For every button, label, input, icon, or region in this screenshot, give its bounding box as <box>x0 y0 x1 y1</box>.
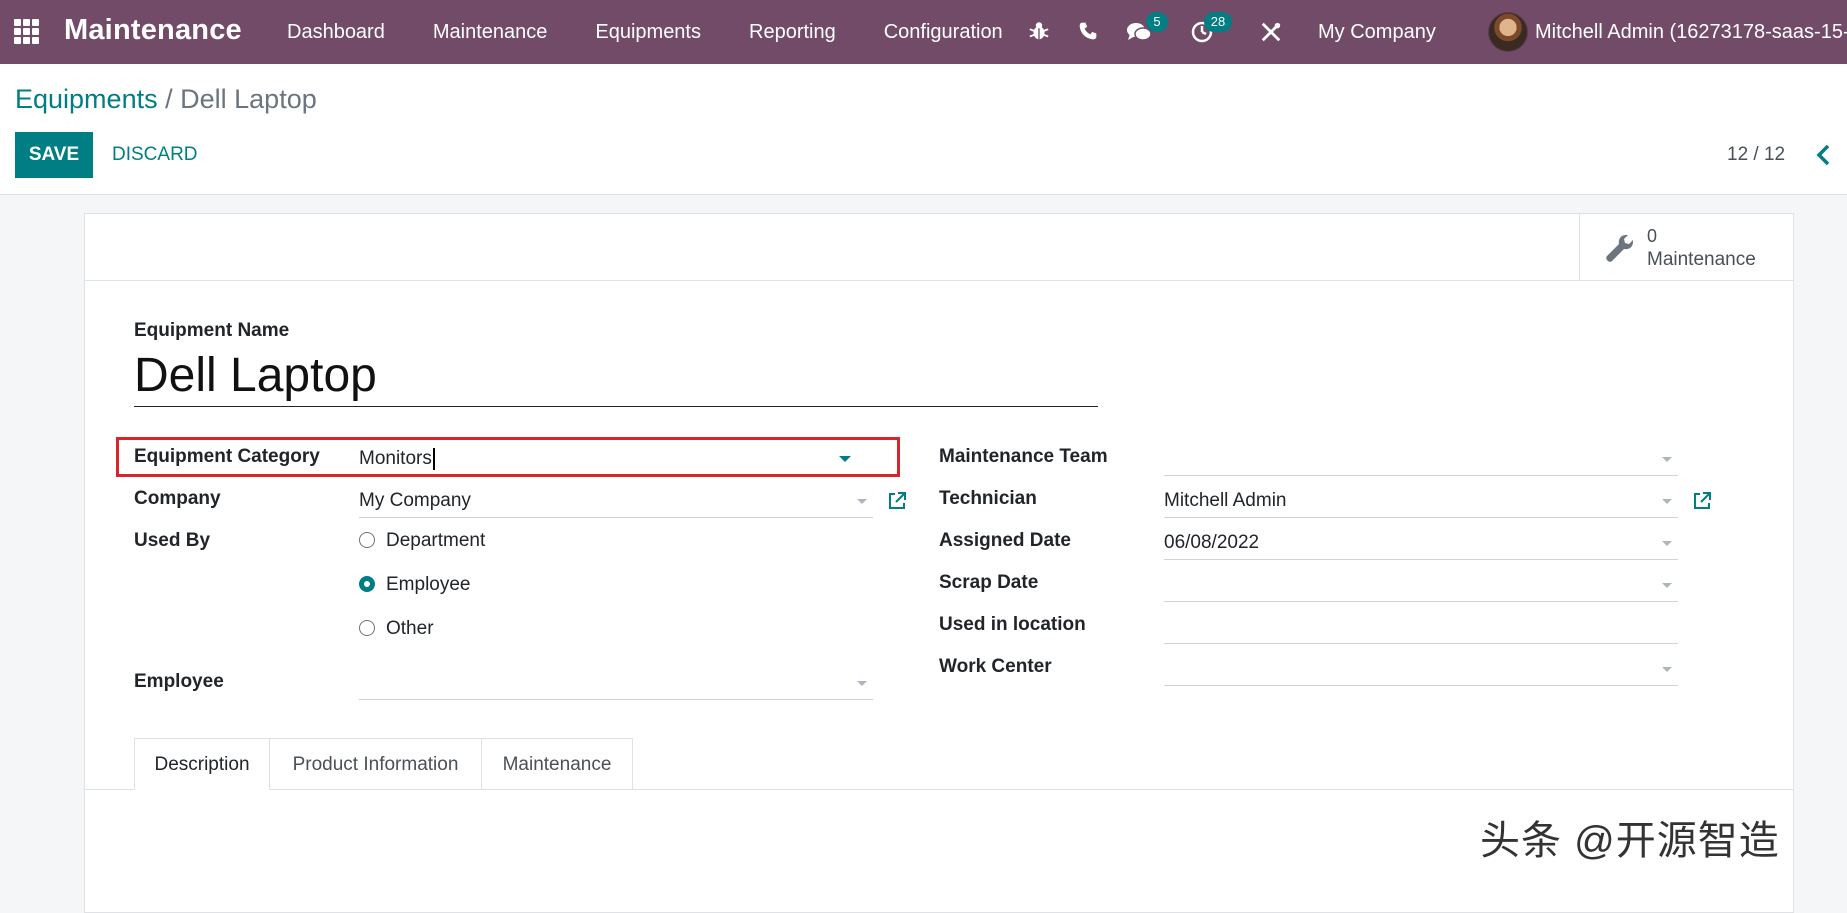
maintenance-team-label: Maintenance Team <box>939 446 1108 467</box>
assigned-date-label: Assigned Date <box>939 530 1071 551</box>
activities-badge: 28 <box>1204 12 1232 32</box>
top-navbar: Maintenance Dashboard Maintenance Equipm… <box>0 0 1847 64</box>
employee-option-label: Employee <box>386 574 471 595</box>
employee-field[interactable] <box>359 666 873 700</box>
breadcrumb: Equipments / Dell Laptop <box>15 84 317 115</box>
work-center-field[interactable] <box>1164 652 1678 686</box>
technician-label: Technician <box>939 488 1037 509</box>
breadcrumb-equipments[interactable]: Equipments <box>15 84 158 114</box>
employee-caret-icon[interactable] <box>857 681 867 686</box>
used-in-location-field[interactable] <box>1164 610 1678 644</box>
external-link-icon[interactable] <box>886 490 908 512</box>
company-caret-icon[interactable] <box>857 499 867 504</box>
button-box: 0 Maintenance <box>85 214 1793 281</box>
scrap-date-caret-icon[interactable] <box>1662 583 1672 588</box>
assigned-date-caret-icon[interactable] <box>1662 541 1672 546</box>
breadcrumb-separator: / <box>165 84 173 114</box>
maintenance-count: 0 <box>1647 226 1658 246</box>
technician-caret-icon[interactable] <box>1662 499 1672 504</box>
scrap-date-field[interactable] <box>1164 568 1678 602</box>
used-in-location-label: Used in location <box>939 614 1086 635</box>
phone-icon[interactable] <box>1078 21 1098 41</box>
technician-value: Mitchell Admin <box>1164 490 1287 511</box>
apps-grid-icon[interactable] <box>14 19 40 45</box>
maintenance-stat-button[interactable]: 0 Maintenance <box>1579 214 1793 280</box>
save-button[interactable]: SAVE <box>15 132 93 178</box>
radio-employee[interactable] <box>359 576 375 592</box>
maintenance-team-field[interactable] <box>1164 442 1678 476</box>
tools-icon[interactable] <box>1260 21 1282 43</box>
employee-label: Employee <box>134 671 224 692</box>
main-menu: Dashboard Maintenance Equipments Reporti… <box>287 0 1051 64</box>
menu-configuration[interactable]: Configuration <box>884 0 1003 64</box>
tab-product-information[interactable]: Product Information <box>270 738 482 789</box>
equipment-category-value: Monitors <box>359 448 432 469</box>
equipment-category-label: Equipment Category <box>134 446 320 467</box>
tab-maintenance[interactable]: Maintenance <box>482 738 633 789</box>
equipment-category-field[interactable]: Monitors <box>359 442 887 476</box>
technician-field[interactable]: Mitchell Admin <box>1164 484 1678 518</box>
technician-external-link-icon[interactable] <box>1691 490 1713 512</box>
dropdown-caret-icon[interactable] <box>839 456 851 462</box>
messages-badge: 5 <box>1146 12 1168 32</box>
radio-department[interactable] <box>359 532 375 548</box>
bug-icon[interactable] <box>1028 20 1050 42</box>
company-label: Company <box>134 488 221 509</box>
work-center-caret-icon[interactable] <box>1662 667 1672 672</box>
app-title[interactable]: Maintenance <box>64 14 242 47</box>
control-panel: Equipments / Dell Laptop SAVE DISCARD 12… <box>0 64 1847 195</box>
assigned-date-field[interactable]: 06/08/2022 <box>1164 526 1678 560</box>
menu-dashboard[interactable]: Dashboard <box>287 0 385 64</box>
menu-maintenance[interactable]: Maintenance <box>433 0 548 64</box>
breadcrumb-current: Dell Laptop <box>180 84 317 114</box>
assigned-date-value: 06/08/2022 <box>1164 532 1260 553</box>
text-cursor <box>432 447 435 470</box>
company-field[interactable]: My Company <box>359 484 873 518</box>
radio-other[interactable] <box>359 620 375 636</box>
scrap-date-label: Scrap Date <box>939 572 1039 593</box>
team-caret-icon[interactable] <box>1662 457 1672 462</box>
notebook-tabs: Description Product Information Maintena… <box>85 738 1793 790</box>
other-option-label: Other <box>386 618 434 639</box>
used-by-label: Used By <box>134 530 211 551</box>
wrench-icon <box>1606 235 1633 262</box>
menu-reporting[interactable]: Reporting <box>749 0 836 64</box>
watermark-text: 头条 @开源智造 <box>1480 819 1780 863</box>
pager-value[interactable]: 12 / 12 <box>1727 144 1785 166</box>
tab-description[interactable]: Description <box>134 738 270 790</box>
maintenance-stat-label: Maintenance <box>1647 249 1756 270</box>
menu-equipments[interactable]: Equipments <box>595 0 701 64</box>
discard-button[interactable]: DISCARD <box>96 132 214 178</box>
department-option-label: Department <box>386 530 486 551</box>
company-value: My Company <box>359 490 471 511</box>
chevron-left-icon[interactable] <box>1814 142 1834 168</box>
user-menu[interactable]: Mitchell Admin (16273178-saas-15-1 <box>1535 0 1847 64</box>
work-center-label: Work Center <box>939 656 1052 677</box>
equipment-name-label: Equipment Name <box>134 320 290 341</box>
user-avatar[interactable] <box>1488 12 1528 52</box>
equipment-name-input[interactable] <box>134 344 1098 407</box>
company-switcher[interactable]: My Company <box>1318 0 1436 64</box>
